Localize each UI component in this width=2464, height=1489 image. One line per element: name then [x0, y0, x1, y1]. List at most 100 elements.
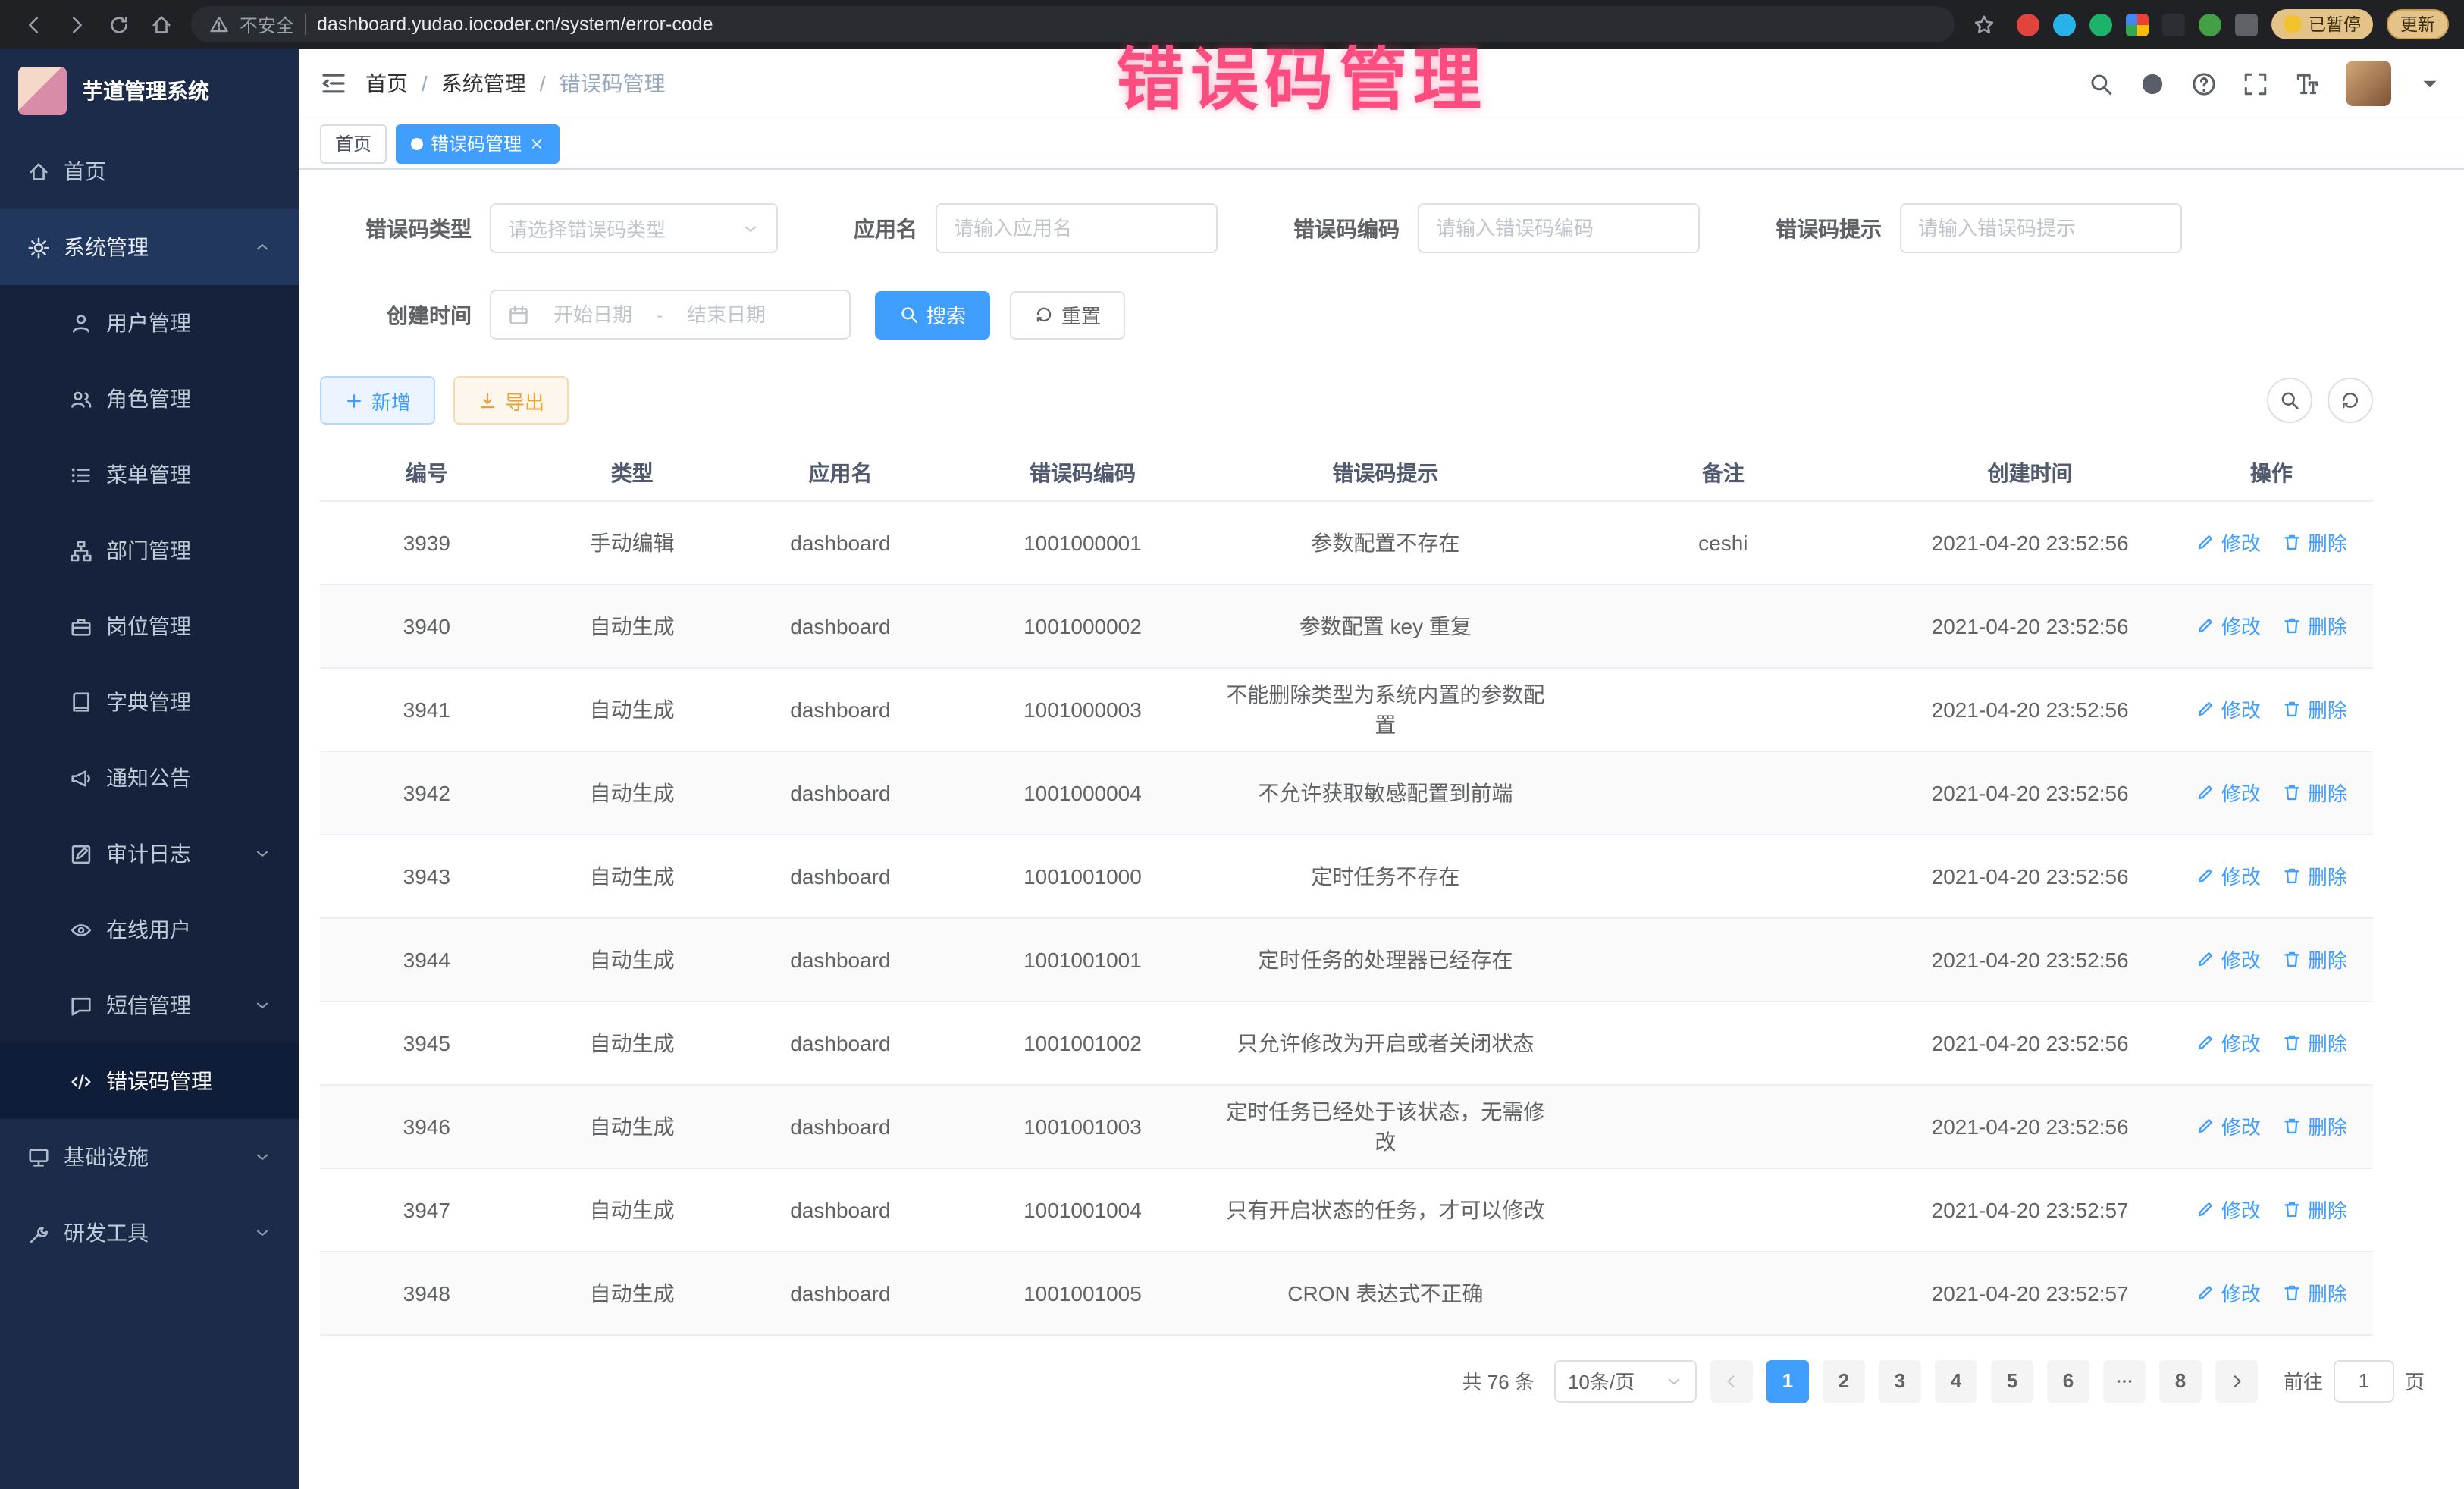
sidebar-item-13[interactable]: 基础设施 — [0, 1119, 299, 1195]
cell-created: 2021-04-20 23:52:56 — [1891, 500, 2170, 584]
edit-link[interactable]: 修改 — [2196, 1195, 2261, 1224]
delete-link[interactable]: 删除 — [2282, 1111, 2347, 1140]
edit-link[interactable]: 修改 — [2196, 1028, 2261, 1057]
sidebar-item-3[interactable]: 角色管理 — [0, 361, 299, 437]
toggle-search-button[interactable] — [2267, 378, 2312, 423]
sidebar-item-12[interactable]: 错误码管理 — [0, 1043, 299, 1119]
filter-input-field[interactable] — [1436, 217, 1682, 240]
date-start-field[interactable] — [538, 303, 647, 326]
filter-input-field[interactable] — [954, 217, 1199, 240]
fullscreen-button[interactable] — [2243, 71, 2268, 96]
page-button-6[interactable]: 6 — [2047, 1359, 2089, 1402]
reload-button[interactable] — [100, 6, 136, 42]
delete-link[interactable]: 删除 — [2282, 1278, 2347, 1307]
edit-link[interactable]: 修改 — [2196, 945, 2261, 973]
back-button[interactable] — [15, 6, 52, 42]
sidebar-item-11[interactable]: 短信管理 — [0, 967, 299, 1043]
extension-icon[interactable] — [2198, 13, 2221, 36]
sidebar-item-4[interactable]: 菜单管理 — [0, 437, 299, 513]
column-header: 错误码提示 — [1215, 446, 1556, 500]
collapse-menu-button[interactable] — [320, 70, 347, 97]
edit-link[interactable]: 修改 — [2196, 1111, 2261, 1140]
pencil-icon — [2196, 1283, 2215, 1302]
update-button[interactable]: 更新 — [2387, 9, 2449, 39]
sidebar-item-6[interactable]: 岗位管理 — [0, 588, 299, 664]
breadcrumb-item[interactable]: 系统管理 — [441, 68, 526, 99]
refresh-table-button[interactable] — [2328, 378, 2373, 423]
extension-icon[interactable] — [2052, 13, 2075, 36]
trash-icon — [2282, 616, 2302, 635]
page-button-1[interactable]: 1 — [1766, 1359, 1809, 1402]
edit-link[interactable]: 修改 — [2196, 528, 2261, 556]
edit-link[interactable]: 修改 — [2196, 611, 2261, 640]
cell-code: 1001001003 — [950, 1084, 1215, 1168]
add-button[interactable]: 新增 — [320, 376, 435, 425]
filter-input[interactable] — [1900, 203, 2182, 253]
page-button-8[interactable]: 8 — [2159, 1359, 2202, 1402]
edit-link[interactable]: 修改 — [2196, 778, 2261, 807]
delete-link[interactable]: 删除 — [2282, 694, 2347, 723]
sidebar-item-8[interactable]: 通知公告 — [0, 740, 299, 816]
page-button-5[interactable]: 5 — [1991, 1359, 2033, 1402]
puzzle-extensions-icon[interactable] — [2234, 13, 2257, 36]
filter-input-field[interactable] — [1918, 217, 2164, 240]
fontsize-button[interactable] — [2294, 71, 2320, 96]
delete-link[interactable]: 删除 — [2282, 778, 2347, 807]
cell-created: 2021-04-20 23:52:56 — [1891, 751, 2170, 834]
delete-link[interactable]: 删除 — [2282, 611, 2347, 640]
goto-page-input[interactable] — [2334, 1359, 2394, 1402]
sidebar-item-0[interactable]: 首页 — [0, 133, 299, 209]
filter-input[interactable] — [1418, 203, 1700, 253]
page-button-4[interactable]: 4 — [1935, 1359, 1977, 1402]
paused-badge[interactable]: 已暂停 — [2271, 9, 2373, 39]
reset-button[interactable]: 重置 — [1010, 290, 1125, 339]
prev-page-button[interactable] — [1710, 1359, 1753, 1402]
security-label: 不安全 — [240, 11, 294, 37]
cell-id: 3946 — [320, 1084, 534, 1168]
avatar-menu-button[interactable] — [2417, 71, 2443, 96]
next-page-button[interactable] — [2215, 1359, 2258, 1402]
home-button[interactable] — [143, 6, 179, 42]
sidebar-item-14[interactable]: 研发工具 — [0, 1195, 299, 1271]
edit-link[interactable]: 修改 — [2196, 694, 2261, 723]
address-bar[interactable]: 不安全 dashboard.yudao.iocoder.cn/system/er… — [191, 6, 1954, 42]
edit-link[interactable]: 修改 — [2196, 861, 2261, 890]
sidebar-item-10[interactable]: 在线用户 — [0, 892, 299, 967]
search-button[interactable] — [2088, 71, 2114, 96]
extension-icon[interactable] — [2016, 13, 2039, 36]
forward-button[interactable] — [58, 6, 94, 42]
breadcrumb-item[interactable]: 首页 — [365, 68, 408, 99]
bookmark-star-button[interactable] — [1966, 6, 2002, 42]
delete-link[interactable]: 删除 — [2282, 1028, 2347, 1057]
edit-link[interactable]: 修改 — [2196, 1278, 2261, 1307]
delete-link[interactable]: 删除 — [2282, 861, 2347, 890]
sidebar-item-7[interactable]: 字典管理 — [0, 664, 299, 740]
export-button[interactable]: 导出 — [453, 376, 569, 425]
search-button[interactable]: 搜索 — [875, 290, 990, 339]
cell-app: dashboard — [731, 667, 951, 751]
more-pages-button[interactable] — [2103, 1359, 2146, 1402]
page-size-select[interactable]: 10条/页 — [1554, 1359, 1697, 1402]
page-button-2[interactable]: 2 — [1823, 1359, 1865, 1402]
sidebar-item-1[interactable]: 系统管理 — [0, 209, 299, 285]
question-button[interactable] — [2191, 71, 2217, 96]
extension-icon[interactable] — [2125, 13, 2148, 36]
delete-link[interactable]: 删除 — [2282, 945, 2347, 973]
delete-link[interactable]: 删除 — [2282, 528, 2347, 556]
user-icon — [70, 312, 92, 334]
date-range-input[interactable]: - — [490, 290, 851, 340]
extension-icon[interactable] — [2161, 13, 2184, 36]
github-button[interactable] — [2140, 71, 2165, 96]
sidebar-item-5[interactable]: 部门管理 — [0, 513, 299, 588]
tab-0[interactable]: 首页 — [320, 124, 387, 163]
filter-select[interactable]: 请选择错误码类型 — [490, 203, 778, 253]
user-avatar[interactable] — [2346, 61, 2391, 106]
filter-input[interactable] — [936, 203, 1218, 253]
sidebar-item-9[interactable]: 审计日志 — [0, 816, 299, 892]
page-button-3[interactable]: 3 — [1879, 1359, 1921, 1402]
extension-icon[interactable] — [2089, 13, 2111, 36]
delete-link[interactable]: 删除 — [2282, 1195, 2347, 1224]
tab-1[interactable]: 错误码管理 — [396, 124, 560, 163]
date-end-field[interactable] — [672, 303, 781, 326]
sidebar-item-2[interactable]: 用户管理 — [0, 285, 299, 361]
